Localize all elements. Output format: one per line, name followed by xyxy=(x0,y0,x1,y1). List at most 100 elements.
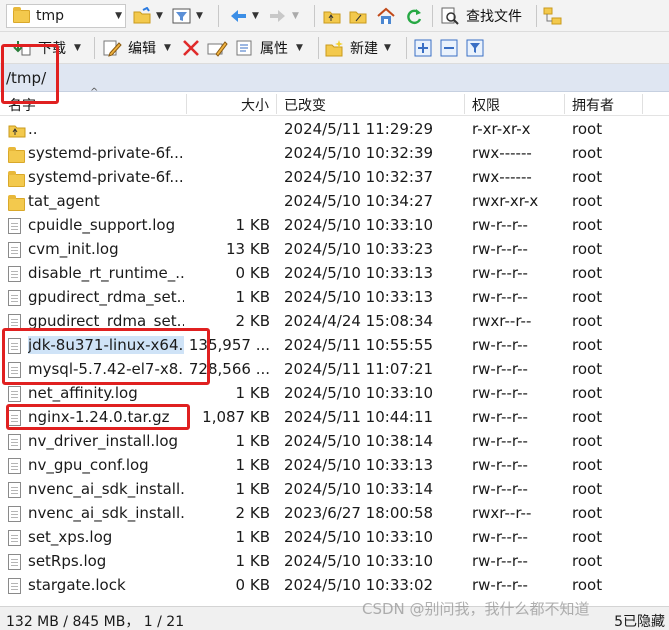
open-folder-button[interactable]: ▼ xyxy=(132,4,163,28)
file-permissions: rw-r--r-- xyxy=(472,408,528,426)
table-row[interactable]: stargate.lock 0 KB 2024/5/10 10:33:02 rw-r-… xyxy=(0,574,669,598)
file-owner: root xyxy=(572,216,603,234)
folder-icon xyxy=(13,6,30,23)
table-row[interactable]: mysql-5.7.42-el7-x8... 728,566 ... 2024/5/… xyxy=(0,358,669,382)
file-permissions: rwx------ xyxy=(472,168,532,186)
table-row[interactable]: nvenc_ai_sdk_install... 1 KB 2024/5/10 10:… xyxy=(0,478,669,502)
column-divider[interactable] xyxy=(642,94,643,114)
toolbar-divider xyxy=(94,37,95,59)
file-owner: root xyxy=(572,240,603,258)
column-modified[interactable]: 已改变 xyxy=(284,95,326,115)
filter-button[interactable]: ▼ xyxy=(172,4,203,28)
file-owner: root xyxy=(572,576,603,594)
chevron-down-icon: ▼ xyxy=(296,43,303,53)
table-row[interactable]: .. 2024/5/11 11:29:29 r-xr-xr-x root xyxy=(0,118,669,142)
home-button[interactable] xyxy=(376,4,396,28)
file-name-text: set_xps.log xyxy=(28,528,113,546)
file-modified: 2024/5/10 10:34:27 xyxy=(284,192,434,210)
column-divider[interactable] xyxy=(186,94,187,114)
table-row[interactable]: cvm_init.log 13 KB 2024/5/10 10:33:23 rw-r-… xyxy=(0,238,669,262)
column-owner[interactable]: 拥有者 xyxy=(572,95,614,115)
file-permissions: rw-r--r-- xyxy=(472,360,528,378)
column-divider[interactable] xyxy=(276,94,277,114)
table-row[interactable]: net_affinity.log 1 KB 2024/5/10 10:33:10 rw… xyxy=(0,382,669,406)
root-dir-button[interactable] xyxy=(348,4,368,28)
forward-button[interactable]: ▼ xyxy=(268,4,299,28)
table-row[interactable]: gpudirect_rdma_set... 1 KB 2024/5/10 10:33… xyxy=(0,286,669,310)
column-size[interactable]: 大小 xyxy=(241,95,269,115)
file-icon xyxy=(8,266,21,286)
root-folder-icon xyxy=(349,11,367,24)
table-row[interactable]: nvenc_ai_sdk_install... 2 KB 2023/6/27 18:… xyxy=(0,502,669,526)
column-divider[interactable] xyxy=(464,94,465,114)
toolbar-divider xyxy=(536,5,537,27)
column-name[interactable]: 名字 xyxy=(8,95,36,115)
file-name-text: jdk-8u371-linux-x64... xyxy=(28,336,184,354)
chevron-down-icon[interactable]: ▼ xyxy=(115,11,122,21)
file-permissions: rwx------ xyxy=(472,144,532,162)
folder-icon xyxy=(8,195,25,215)
table-row[interactable]: nv_driver_install.log 1 KB 2024/5/10 10:38… xyxy=(0,430,669,454)
table-row[interactable]: setRps.log 1 KB 2024/5/10 10:33:10 rw-r--r-… xyxy=(0,550,669,574)
file-name-text: nv_driver_install.log xyxy=(28,432,179,450)
file-size: 1 KB xyxy=(235,432,270,450)
file-permissions: rw-r--r-- xyxy=(472,456,528,474)
file-modified: 2024/5/10 10:32:37 xyxy=(284,168,434,186)
folder-icon xyxy=(8,147,25,167)
download-button[interactable]: 下载 ▼ xyxy=(10,36,81,60)
filter-select-button[interactable] xyxy=(466,36,484,60)
delete-x-icon xyxy=(183,40,199,56)
file-permissions: rw-r--r-- xyxy=(472,264,528,282)
tree-view-button[interactable] xyxy=(542,4,564,28)
select-minus-button[interactable] xyxy=(440,36,458,60)
table-row[interactable]: set_xps.log 1 KB 2024/5/10 10:33:10 rw-r--r… xyxy=(0,526,669,550)
table-row[interactable]: systemd-private-6f... 2024/5/10 10:32:39 r… xyxy=(0,142,669,166)
column-header: 名字 ^ 大小 已改变 权限 拥有者 xyxy=(0,87,669,116)
file-owner: root xyxy=(572,192,603,210)
file-name-text: systemd-private-6f... xyxy=(28,168,184,186)
parent-dir-button[interactable] xyxy=(322,4,342,28)
find-files-button[interactable]: 查找文件 xyxy=(440,4,522,28)
status-hidden-count: 5已隐藏 xyxy=(614,614,665,630)
file-name: setRps.log xyxy=(28,552,184,570)
file-name: cpuidle_support.log xyxy=(28,216,184,234)
file-icon xyxy=(8,362,21,382)
properties-icon xyxy=(236,40,252,56)
table-row[interactable]: tat_agent 2024/5/10 10:34:27 rwxr-xr-x root xyxy=(0,190,669,214)
table-row[interactable]: nginx-1.24.0.tar.gz 1,087 KB 2024/5/11 10:… xyxy=(0,406,669,430)
status-summary: 132 MB / 845 MB， 1 / 21 xyxy=(6,614,185,630)
tree-folders-icon xyxy=(543,7,562,25)
file-name-text: disable_rt_runtime_... xyxy=(28,264,184,282)
toolbar-divider xyxy=(218,5,219,27)
file-size: 1 KB xyxy=(235,216,270,234)
file-name-text: gpudirect_rdma_set... xyxy=(28,288,184,306)
column-permissions[interactable]: 权限 xyxy=(472,95,500,115)
table-row[interactable]: jdk-8u371-linux-x64... 135,957 ... 2024/5/… xyxy=(0,334,669,358)
sort-ascending-icon: ^ xyxy=(90,87,99,98)
table-row[interactable]: cpuidle_support.log 1 KB 2024/5/10 10:33:1… xyxy=(0,214,669,238)
chevron-down-icon: ▼ xyxy=(164,43,171,53)
file-owner: root xyxy=(572,384,603,402)
file-permissions: rw-r--r-- xyxy=(472,336,528,354)
edit-button[interactable]: 编辑 ▼ xyxy=(102,36,171,60)
delete-button[interactable] xyxy=(181,36,201,60)
file-name-text: systemd-private-6f... xyxy=(28,144,184,162)
file-modified: 2024/5/10 10:33:13 xyxy=(284,456,434,474)
table-row[interactable]: disable_rt_runtime_... 0 KB 2024/5/10 10:3… xyxy=(0,262,669,286)
table-row[interactable]: nv_gpu_conf.log 1 KB 2024/5/10 10:33:13 rw-… xyxy=(0,454,669,478)
path-bar[interactable]: /tmp/ xyxy=(0,64,669,92)
toolbar-actions: 下载 ▼ 编辑 ▼ 属性 ▼ 新建 ▼ xyxy=(0,32,669,64)
file-owner: root xyxy=(572,144,603,162)
rename-button[interactable] xyxy=(207,36,229,60)
file-modified: 2024/5/10 10:33:13 xyxy=(284,264,434,282)
back-button[interactable]: ▼ xyxy=(228,4,259,28)
file-modified: 2024/5/11 10:55:55 xyxy=(284,336,434,354)
refresh-button[interactable] xyxy=(404,4,424,28)
select-plus-button[interactable] xyxy=(414,36,432,60)
table-row[interactable]: gpudirect_rdma_set... 2 KB 2024/4/24 15:08… xyxy=(0,310,669,334)
properties-button[interactable]: 属性 ▼ xyxy=(234,36,303,60)
path-combo[interactable]: tmp ▼ xyxy=(6,4,126,28)
column-divider[interactable] xyxy=(564,94,565,114)
new-button[interactable]: 新建 ▼ xyxy=(324,36,391,60)
table-row[interactable]: systemd-private-6f... 2024/5/10 10:32:37 r… xyxy=(0,166,669,190)
